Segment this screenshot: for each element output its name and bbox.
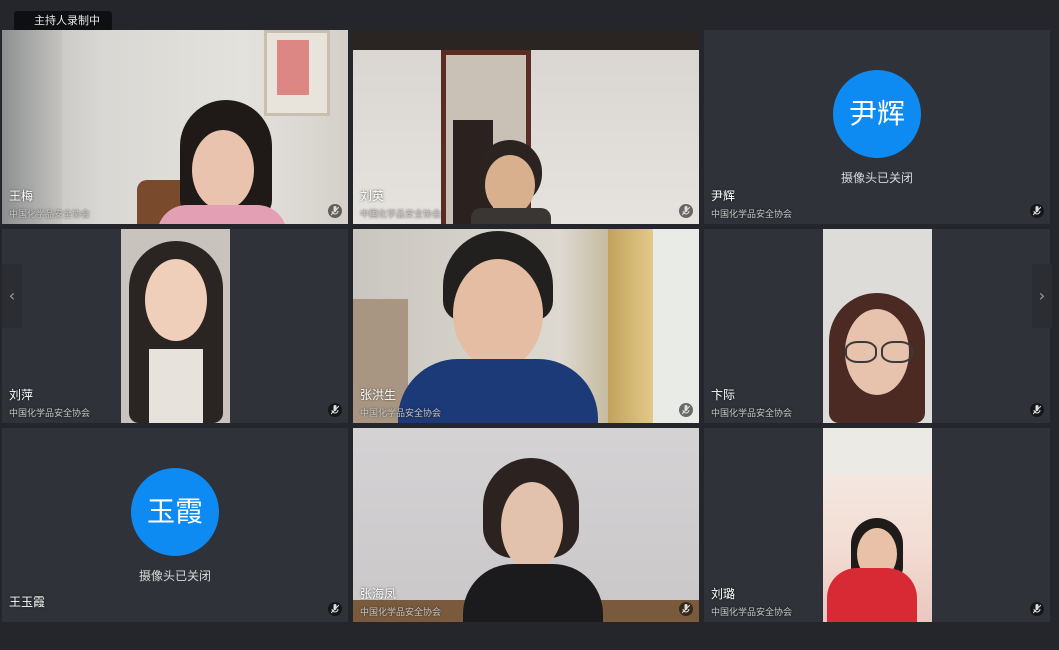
participant-video [823,428,932,622]
participant-name: 尹辉 [711,189,736,203]
participant-tile[interactable]: 张海凤 中国化学品安全协会 [353,428,699,622]
recording-badge: 主持人录制中 [14,11,112,31]
participant-org: 中国化学品安全协会 [711,608,793,618]
participant-org: 中国化学品安全协会 [9,409,91,419]
participant-tile[interactable]: 刘萍 中国化学品安全协会 [2,229,348,423]
participant-org: 中国化学品安全协会 [360,409,442,419]
participant-tile[interactable]: 尹辉 摄像头已关闭 尹辉 中国化学品安全协会 [704,30,1050,224]
participant-name: 刘璐 [711,587,736,601]
participant-video [2,30,348,224]
camera-off-label: 摄像头已关闭 [840,171,913,185]
participant-tile[interactable]: 刘英 中国化学品安全协会 [353,30,699,224]
participant-video [353,229,699,423]
participant-name: 张洪生 [360,388,397,402]
next-page-button[interactable]: › [1032,264,1052,328]
participant-name: 王梅 [9,189,34,203]
participant-video [823,229,932,423]
participant-avatar: 玉霞 [131,468,219,556]
participant-tile[interactable]: 刘璐 中国化学品安全协会 [704,428,1050,622]
participant-video [353,30,699,224]
microphone-muted-icon [1030,204,1044,218]
participant-tile[interactable]: 王梅 中国化学品安全协会 [2,30,348,224]
microphone-muted-icon [328,204,342,218]
participant-org: 中国化学品安全协会 [711,210,793,220]
participant-avatar: 尹辉 [833,70,921,158]
participant-name: 张海凤 [360,587,397,601]
participant-video [121,229,230,423]
participant-org: 中国化学品安全协会 [360,210,442,220]
chevron-left-icon: ‹ [8,286,16,305]
microphone-muted-icon [1030,403,1044,417]
participant-org: 中国化学品安全协会 [9,210,91,220]
microphone-muted-icon [328,602,342,616]
participant-name: 刘萍 [9,388,34,402]
participant-tile[interactable]: 玉霞 摄像头已关闭 王玉霞 [2,428,348,622]
participant-tile[interactable]: 卞际 中国化学品安全协会 [704,229,1050,423]
participant-org: 中国化学品安全协会 [360,608,442,618]
video-grid: 王梅 中国化学品安全协会 刘英 中国化学品安全协会 尹辉 摄像头已关闭 尹辉 中… [2,30,1052,624]
microphone-muted-icon [328,403,342,417]
microphone-muted-icon [679,403,693,417]
microphone-muted-icon [1030,602,1044,616]
microphone-muted-icon [679,204,693,218]
microphone-muted-icon [679,602,693,616]
participant-name: 刘英 [360,189,385,203]
camera-off-label: 摄像头已关闭 [138,569,211,583]
participant-name: 卞际 [711,388,736,402]
record-dot-icon [22,18,28,24]
participant-org: 中国化学品安全协会 [711,409,793,419]
participant-tile[interactable]: 张洪生 中国化学品安全协会 [353,229,699,423]
recording-label: 主持人录制中 [34,14,100,27]
chevron-right-icon: › [1038,286,1046,305]
participant-video [353,428,699,622]
participant-name: 王玉霞 [9,595,46,609]
previous-page-button[interactable]: ‹ [2,264,22,328]
